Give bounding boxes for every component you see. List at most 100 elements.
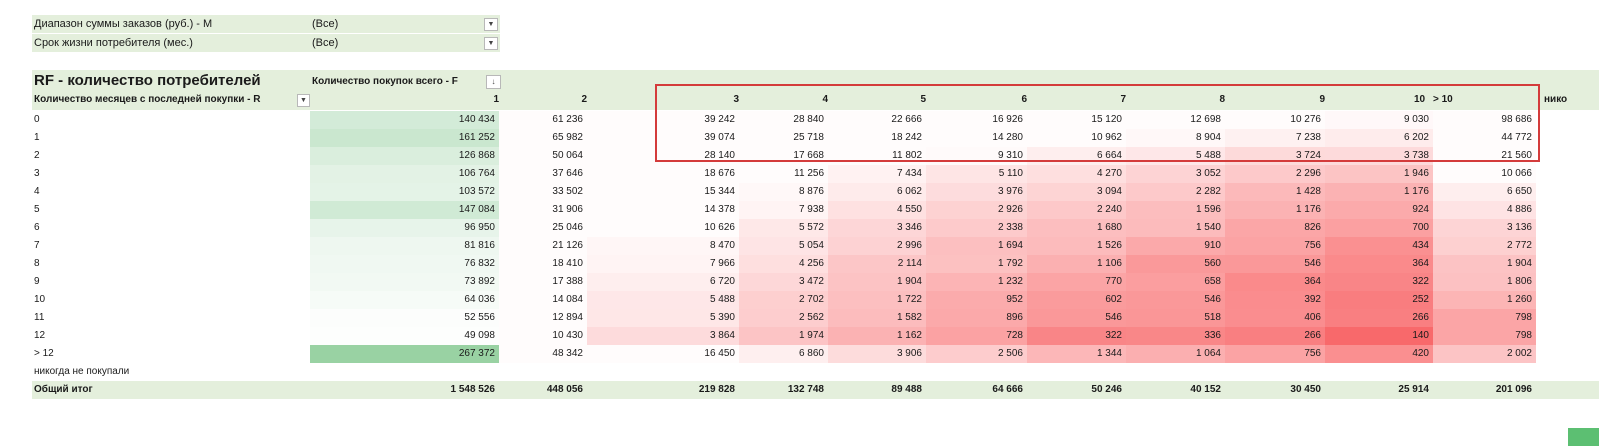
table-cell: 126 868	[310, 147, 499, 165]
table-cell: 1 806	[1433, 273, 1536, 291]
table-cell: 952	[926, 291, 1027, 309]
table-cell: 2 240	[1027, 201, 1126, 219]
table-cell: 1 904	[828, 273, 926, 291]
table-cell: 5 110	[926, 165, 1027, 183]
table-cell: 1 344	[1027, 345, 1126, 363]
table-cell: 11 256	[739, 165, 828, 183]
table-cell: 1 548 526	[450, 384, 496, 395]
table-row: 12 49 098 10 430 3 864 1 974 1 162 728 322 336 26…	[32, 327, 1599, 345]
row-label: Общий итог	[34, 384, 93, 395]
table-cell: 6 720	[587, 273, 739, 291]
row-label: 0	[34, 114, 40, 125]
table-cell: 33 502	[499, 183, 587, 201]
table-cell: 30 450	[1290, 384, 1321, 395]
table-cell: 2 296	[1225, 165, 1325, 183]
table-cell: 17 388	[499, 273, 587, 291]
filter-icon[interactable]: ▼	[297, 94, 310, 107]
table-cell: 140	[1325, 327, 1433, 345]
table-cell: 1 974	[739, 327, 828, 345]
table-cell: 1 946	[1325, 165, 1433, 183]
table-cell: 1 064	[1126, 345, 1225, 363]
table-cell: 3 864	[587, 327, 739, 345]
table-cell: 3 346	[828, 219, 926, 237]
table-cell: 448 056	[546, 384, 583, 395]
table-cell: 21 126	[499, 237, 587, 255]
table-cell: 65 982	[499, 129, 587, 147]
sort-icon[interactable]: ↓	[486, 75, 501, 89]
table-cell: 3 136	[1433, 219, 1536, 237]
table-cell: 1 540	[1126, 219, 1225, 237]
dropdown-arrow-icon[interactable]: ▼	[484, 18, 498, 31]
filter-label: Диапазон суммы заказов (руб.) - M	[34, 18, 213, 30]
table-cell: 3 472	[739, 273, 828, 291]
table-cell: 1 106	[1027, 255, 1126, 273]
table-cell: 76 832	[310, 255, 499, 273]
table-cell: 201 096	[1495, 384, 1532, 395]
table-cell: 25 046	[499, 219, 587, 237]
column-field-label: Количество покупок всего - F	[312, 76, 458, 87]
table-cell: 2 114	[828, 255, 926, 273]
table-cell: 4 270	[1027, 165, 1126, 183]
filter-row-lifetime: Срок жизни потребителя (мес.) (Все) ▼	[32, 34, 500, 53]
row-field-label: Количество месяцев с последней покупки -…	[34, 94, 261, 105]
row-label: 6	[34, 222, 40, 233]
dropdown-arrow-icon[interactable]: ▼	[484, 37, 498, 50]
table-cell	[1225, 363, 1325, 381]
table-cell: 3 052	[1126, 165, 1225, 183]
filter-row-order-sum: Диапазон суммы заказов (руб.) - M (Все) …	[32, 15, 500, 34]
table-cell: 61 236	[499, 111, 587, 129]
table-cell: 3 094	[1027, 183, 1126, 201]
table-row: > 12 267 372 48 342 16 450 6 860 3 906 2 506 1 …	[32, 345, 1599, 363]
filter-value[interactable]: (Все)	[312, 15, 338, 33]
table-cell: 50 064	[499, 147, 587, 165]
table-cell: 322	[1027, 327, 1126, 345]
table-cell: 10 626	[587, 219, 739, 237]
highlight-rectangle	[655, 84, 1540, 162]
table-cell: 2 506	[926, 345, 1027, 363]
table-cell: 3 906	[828, 345, 926, 363]
table-cell: 546	[1126, 291, 1225, 309]
table-cell: 14 378	[587, 201, 739, 219]
table-cell: 336	[1126, 327, 1225, 345]
table-cell: 798	[1433, 327, 1536, 345]
filter-label: Срок жизни потребителя (мес.)	[34, 37, 193, 49]
table-cell: 16 450	[587, 345, 739, 363]
table-cell: 798	[1433, 309, 1536, 327]
table-cell: 10 430	[499, 327, 587, 345]
table-cell: 756	[1225, 237, 1325, 255]
table-cell: 48 342	[499, 345, 587, 363]
table-cell: 1 582	[828, 309, 926, 327]
table-cell: 1 428	[1225, 183, 1325, 201]
table-cell: 266	[1225, 327, 1325, 345]
table-cell: 14 084	[499, 291, 587, 309]
column-header: 1	[493, 94, 499, 105]
table-cell: 10 066	[1433, 165, 1536, 183]
table-cell: 5 054	[739, 237, 828, 255]
table-cell	[587, 363, 739, 381]
table-cell	[499, 363, 587, 381]
table-cell: 3 976	[926, 183, 1027, 201]
row-label: 10	[34, 294, 46, 305]
table-cell: 364	[1225, 273, 1325, 291]
table-cell: 560	[1126, 255, 1225, 273]
row-label: 2	[34, 150, 40, 161]
table-cell: 1 680	[1027, 219, 1126, 237]
table-row: 6 96 950 25 046 10 626 5 572 3 346 2 338 1 680 1…	[32, 219, 1599, 237]
row-label: 9	[34, 276, 40, 287]
table-cell: 8 876	[739, 183, 828, 201]
table-cell: 1 176	[1225, 201, 1325, 219]
table-cell: 1 176	[1325, 183, 1433, 201]
table-cell: 6 650	[1433, 183, 1536, 201]
table-cell: 7 938	[739, 201, 828, 219]
table-cell: 546	[1027, 309, 1126, 327]
table-cell: 140 434	[310, 111, 499, 129]
table-cell	[926, 363, 1027, 381]
table-cell: 37 646	[499, 165, 587, 183]
table-cell	[1433, 363, 1536, 381]
table-cell: 252	[1325, 291, 1433, 309]
row-label: 1	[34, 132, 40, 143]
table-cell: 1 162	[828, 327, 926, 345]
filter-value[interactable]: (Все)	[312, 34, 338, 52]
table-row: 10 64 036 14 084 5 488 2 702 1 722 952 602 546 39…	[32, 291, 1599, 309]
table-row: 7 81 816 21 126 8 470 5 054 2 996 1 694 1 526 91…	[32, 237, 1599, 255]
